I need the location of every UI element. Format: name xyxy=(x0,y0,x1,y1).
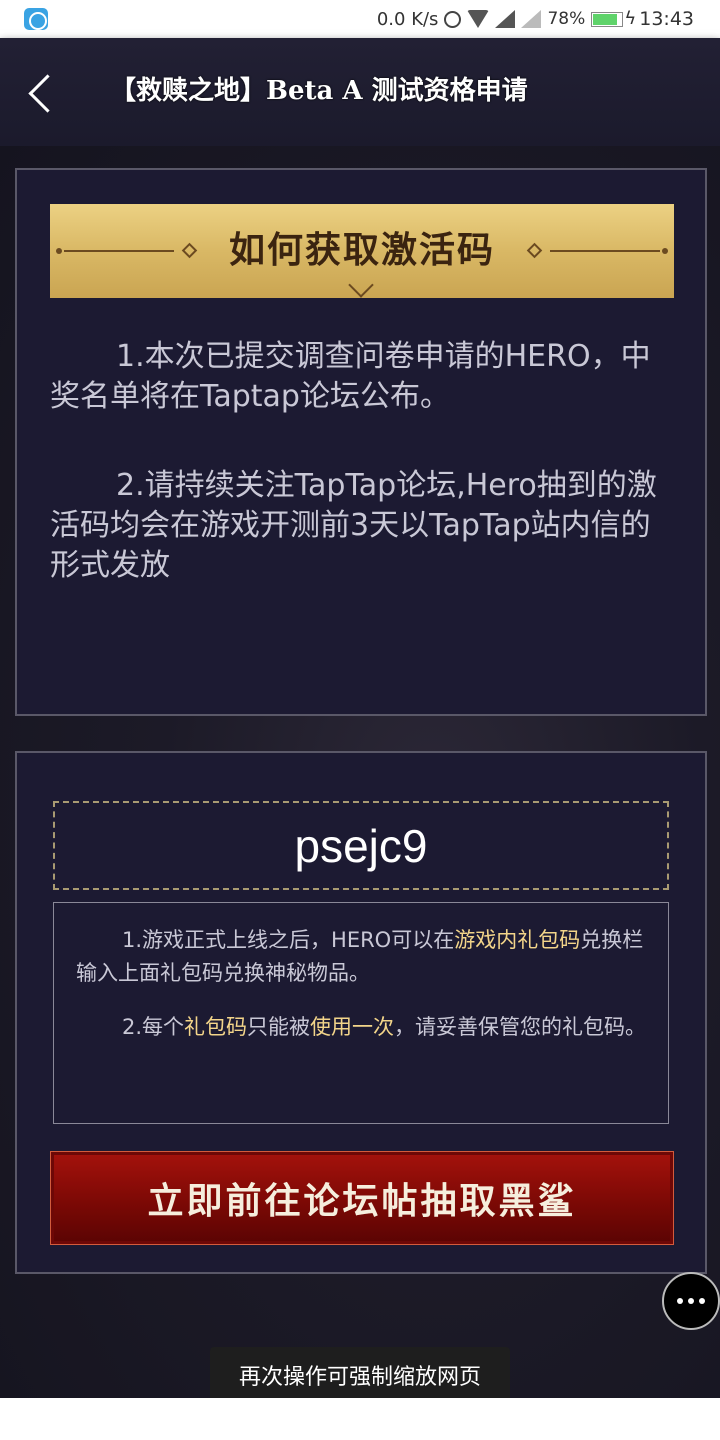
battery-percent: 78% xyxy=(547,9,586,29)
wifi-icon xyxy=(467,10,490,28)
more-options-button[interactable] xyxy=(662,1272,720,1330)
diamond-ornament-icon xyxy=(181,242,198,259)
usage-notes-box: 1.游戏正式上线之后，HERO可以在游戏内礼包码兑换栏输入上面礼包码兑换神秘物品… xyxy=(53,902,669,1124)
highlight-text: 使用一次 xyxy=(310,1015,395,1039)
back-button[interactable] xyxy=(26,72,62,112)
banner-title: 如何获取激活码 xyxy=(228,229,495,271)
app-notification-icon xyxy=(24,8,48,30)
banner-line-left xyxy=(64,250,174,252)
go-to-forum-button[interactable]: 立即前往论坛帖抽取黑鲨 xyxy=(50,1151,674,1245)
highlight-text: 礼包码 xyxy=(184,1015,248,1039)
info-item-1-text: 1.本次已提交调查问卷申请的HERO，中奖名单将在Taptap论坛公布。 xyxy=(50,339,651,414)
signal-secondary-icon xyxy=(521,10,542,28)
highlight-text: 游戏内礼包码 xyxy=(454,928,581,952)
gift-code-box[interactable]: psejc9 xyxy=(53,801,669,890)
page-title: 【救赎之地】Beta A 测试资格申请 xyxy=(110,76,528,106)
gift-code-value[interactable]: psejc9 xyxy=(295,819,428,873)
diamond-ornament-icon xyxy=(526,242,543,259)
banner-ornament-right xyxy=(662,248,668,254)
banner-line-right xyxy=(550,250,660,252)
signal-icon xyxy=(495,10,516,28)
network-speed: 0.0 K/s xyxy=(376,8,439,30)
go-to-forum-label: 立即前往论坛帖抽取黑鲨 xyxy=(147,1180,577,1222)
usage-note-1: 1.游戏正式上线之后，HERO可以在游戏内礼包码兑换栏输入上面礼包码兑换神秘物品… xyxy=(76,924,650,990)
banner-ornament-left xyxy=(56,248,62,254)
info-item-2: 2.请持续关注TapTap论坛,Hero抽到的激活码均会在游戏开测前3天以Tap… xyxy=(50,466,670,586)
usage-note-2-text-mid: 只能被 xyxy=(247,1015,311,1039)
app-header: 【救赎之地】Beta A 测试资格申请 xyxy=(0,38,720,146)
alarm-icon xyxy=(444,10,462,28)
usage-note-2: 2.每个礼包码只能被使用一次，请妥善保管您的礼包码。 xyxy=(76,1011,650,1044)
zoom-toast: 再次操作可强制缩放网页 xyxy=(210,1347,510,1403)
status-bar: 0.0 K/s 78% 13:43 xyxy=(0,0,720,38)
section-banner: 如何获取激活码 xyxy=(50,204,674,298)
usage-note-2-text: 2.每个 xyxy=(122,1015,185,1039)
bottom-area xyxy=(0,1398,720,1440)
chevron-down-icon xyxy=(348,272,374,298)
status-indicators: 0.0 K/s 78% 13:43 xyxy=(377,0,694,38)
more-icon xyxy=(677,1298,683,1304)
usage-note-2-text-end: ，请妥善保管您的礼包码。 xyxy=(394,1015,647,1039)
more-icon xyxy=(699,1298,705,1304)
info-item-2-text: 2.请持续关注TapTap论坛,Hero抽到的激活码均会在游戏开测前3天以Tap… xyxy=(50,468,657,583)
info-item-1: 1.本次已提交调查问卷申请的HERO，中奖名单将在Taptap论坛公布。 xyxy=(50,337,670,417)
more-icon xyxy=(688,1298,694,1304)
usage-note-1-text: 1.游戏正式上线之后，HERO可以在 xyxy=(122,928,455,952)
battery-charging-icon xyxy=(591,8,636,29)
clock: 13:43 xyxy=(639,8,694,30)
